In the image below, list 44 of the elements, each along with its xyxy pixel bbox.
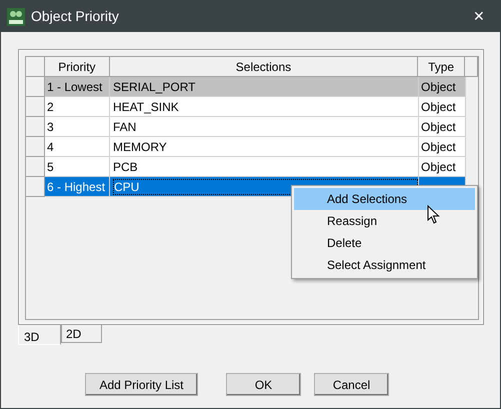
table-cell: Object (419, 77, 466, 97)
table-cell: Object (419, 117, 466, 137)
menu-item[interactable]: Add Selections (294, 188, 475, 210)
menu-item[interactable]: Reassign (294, 210, 475, 232)
mouse-cursor-icon (427, 205, 440, 224)
table-cell: 4 (45, 137, 110, 157)
window-title: Object Priority (31, 7, 119, 26)
app-logo-icon (7, 8, 25, 26)
row-header[interactable] (26, 177, 45, 197)
table-cell: HEAT_SINK (110, 97, 419, 117)
tab[interactable]: 3D (18, 325, 61, 345)
table-row[interactable]: 3 FAN Object (26, 117, 478, 137)
table-cell: SERIAL_PORT (110, 77, 419, 97)
row-header[interactable] (26, 77, 45, 97)
table-row[interactable]: 4 MEMORY Object (26, 137, 478, 157)
dialog-button[interactable]: OK (226, 373, 301, 396)
row-header[interactable] (26, 137, 45, 157)
dialog-button[interactable]: Cancel (314, 373, 389, 396)
table-cell: MEMORY (110, 137, 419, 157)
table-cell: 5 (45, 157, 110, 177)
close-button[interactable]: ✕ (464, 4, 494, 28)
row-header[interactable] (26, 117, 45, 137)
table-row[interactable]: 2 HEAT_SINK Object (26, 97, 478, 117)
table-cell: 2 (45, 97, 110, 117)
table-cell: 6 - Highest (45, 177, 110, 197)
menu-item[interactable]: Select Assignment (294, 254, 475, 276)
column-header[interactable]: Type (418, 57, 466, 77)
column-header[interactable]: Priority (44, 57, 110, 77)
column-header[interactable]: Selections (110, 57, 418, 77)
header-corner[interactable] (26, 57, 45, 77)
dialog-button[interactable]: Add Priority List (85, 373, 198, 396)
table-cell: FAN (110, 117, 419, 137)
table-cell: PCB (110, 157, 419, 177)
table-row[interactable]: 5 PCB Object (26, 157, 478, 177)
row-header[interactable] (26, 97, 45, 117)
table-cell: Object (419, 157, 466, 177)
table-cell: Object (419, 97, 466, 117)
table-row[interactable]: 1 - Lowest SERIAL_PORT Object (26, 77, 478, 97)
tab[interactable]: 2D (61, 325, 102, 343)
table-cell: Object (419, 137, 466, 157)
table-cell: 1 - Lowest (45, 77, 110, 97)
table-cell: 3 (45, 117, 110, 137)
menu-item[interactable]: Delete (294, 232, 475, 254)
row-header[interactable] (26, 157, 45, 177)
